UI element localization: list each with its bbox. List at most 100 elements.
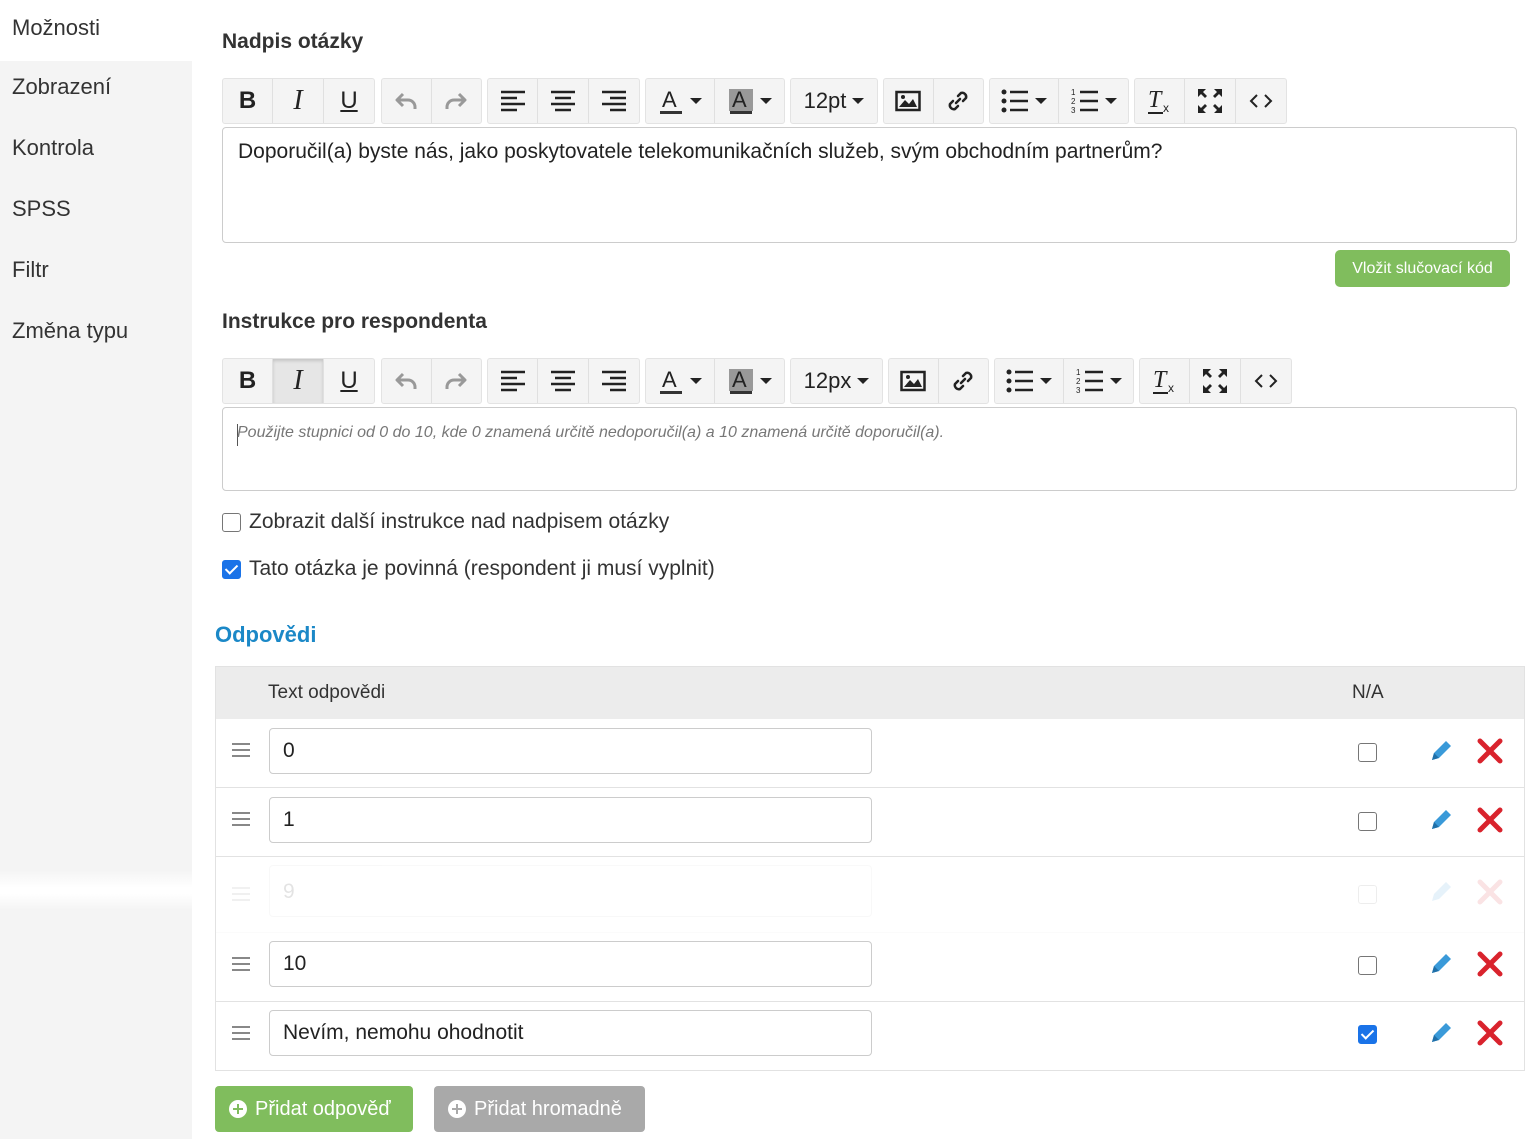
clear-format-icon: Tx: [1152, 367, 1174, 395]
numbered-list-button[interactable]: 123: [1064, 359, 1133, 403]
insert-merge-code-button[interactable]: Vložit slučovací kód: [1335, 250, 1510, 287]
insert-link-button[interactable]: [939, 359, 989, 403]
image-icon: [900, 370, 926, 392]
code-icon: [1249, 94, 1273, 108]
na-checkbox[interactable]: [1358, 956, 1377, 975]
list-group: 123: [994, 358, 1134, 404]
pencil-icon[interactable]: [1428, 879, 1454, 905]
insert-group: [883, 78, 984, 124]
required-question-checkbox[interactable]: [222, 559, 241, 579]
answer-input[interactable]: 0: [269, 728, 872, 774]
drag-handle-icon[interactable]: [232, 887, 250, 905]
sidebar-item-zobrazeni[interactable]: Zobrazení: [0, 59, 192, 120]
undo-button[interactable]: [382, 79, 432, 123]
bold-button[interactable]: B: [223, 79, 273, 123]
font-size-value: 12px: [803, 368, 852, 393]
question-editor[interactable]: Doporučil(a) byste nás, jako poskytovate…: [222, 127, 1517, 243]
align-right-icon: [601, 90, 626, 112]
drag-handle-icon[interactable]: [232, 812, 250, 830]
bullet-list-button[interactable]: [990, 79, 1059, 123]
show-instructions-above-checkbox[interactable]: [222, 512, 241, 532]
bullet-list-button[interactable]: [995, 359, 1064, 403]
align-left-button[interactable]: [488, 79, 539, 123]
table-row: 0: [216, 719, 1524, 788]
misc-group: Tx: [1139, 358, 1292, 404]
chevron-down-icon: [1040, 378, 1052, 384]
add-bulk-button[interactable]: Přidat hromadně: [434, 1086, 645, 1132]
bold-button[interactable]: B: [223, 359, 273, 403]
text-color-button[interactable]: A: [646, 79, 715, 123]
align-left-icon: [500, 370, 525, 392]
chevron-down-icon: [759, 98, 772, 104]
drag-handle-icon[interactable]: [232, 1026, 250, 1044]
align-center-button[interactable]: [538, 79, 589, 123]
pencil-icon[interactable]: [1428, 738, 1454, 764]
underline-button[interactable]: U: [324, 359, 374, 403]
svg-text:1: 1: [1071, 88, 1076, 97]
pencil-icon[interactable]: [1428, 951, 1454, 977]
required-question-option[interactable]: Tato otázka je povinná (respondent ji mu…: [222, 554, 715, 584]
code-icon: [1254, 374, 1278, 388]
align-right-icon: [601, 370, 626, 392]
answer-input[interactable]: 1: [269, 797, 872, 843]
insert-link-button[interactable]: [934, 79, 984, 123]
background-color-button[interactable]: A: [715, 359, 784, 403]
sidebar-item-label: SPSS: [12, 196, 71, 221]
redo-button[interactable]: [432, 359, 482, 403]
text-color-icon: A: [660, 367, 682, 394]
insert-image-button[interactable]: [889, 359, 939, 403]
source-code-button[interactable]: [1241, 359, 1291, 403]
sidebar-item-kontrola[interactable]: Kontrola: [0, 120, 192, 181]
fullscreen-button[interactable]: [1190, 359, 1241, 403]
font-size-select[interactable]: 12pt: [791, 79, 877, 123]
delete-icon[interactable]: [1476, 950, 1504, 978]
drag-handle-icon[interactable]: [232, 957, 250, 975]
font-size-group: 12pt: [790, 78, 878, 124]
font-size-select[interactable]: 12px: [791, 359, 882, 403]
text-color-button[interactable]: A: [646, 359, 715, 403]
sidebar-item-zmena-typu[interactable]: Změna typu: [0, 303, 192, 364]
fullscreen-button[interactable]: [1185, 79, 1236, 123]
answer-input[interactable]: Nevím, nemohu ohodnotit: [269, 1010, 872, 1056]
undo-icon: [395, 92, 417, 109]
sidebar-item-filtr[interactable]: Filtr: [0, 242, 192, 303]
na-checkbox[interactable]: [1358, 1025, 1377, 1044]
pencil-icon[interactable]: [1428, 807, 1454, 833]
align-left-button[interactable]: [488, 359, 539, 403]
na-checkbox[interactable]: [1358, 743, 1377, 762]
delete-icon[interactable]: [1476, 737, 1504, 765]
italic-button[interactable]: I: [273, 79, 324, 123]
answer-input[interactable]: 10: [269, 941, 872, 987]
pencil-icon[interactable]: [1428, 1020, 1454, 1046]
clear-format-button[interactable]: Tx: [1140, 359, 1190, 403]
undo-button[interactable]: [382, 359, 432, 403]
add-answer-button[interactable]: Přidat odpověď: [215, 1086, 413, 1132]
delete-icon[interactable]: [1476, 878, 1504, 906]
source-code-button[interactable]: [1236, 79, 1286, 123]
svg-text:T: T: [1153, 367, 1168, 393]
delete-icon[interactable]: [1476, 1019, 1504, 1047]
align-center-button[interactable]: [538, 359, 589, 403]
sidebar-item-moznosti[interactable]: Možnosti: [0, 0, 192, 61]
align-right-button[interactable]: [589, 79, 639, 123]
undo-icon: [395, 372, 417, 389]
insert-image-button[interactable]: [884, 79, 934, 123]
na-checkbox[interactable]: [1358, 885, 1377, 904]
sidebar: Možnosti Zobrazení Kontrola SPSS Filtr Z…: [0, 0, 192, 1139]
delete-icon[interactable]: [1476, 806, 1504, 834]
redo-button[interactable]: [432, 79, 482, 123]
show-instructions-above-option[interactable]: Zobrazit další instrukce nad nadpisem ot…: [222, 507, 669, 537]
drag-handle-icon[interactable]: [232, 743, 250, 761]
instructions-editor[interactable]: Použijte stupnici od 0 do 10, kde 0 znam…: [222, 407, 1517, 491]
clear-format-button[interactable]: Tx: [1135, 79, 1185, 123]
align-right-button[interactable]: [589, 359, 639, 403]
na-checkbox[interactable]: [1358, 812, 1377, 831]
sidebar-item-spss[interactable]: SPSS: [0, 181, 192, 242]
chevron-down-icon: [690, 98, 702, 104]
answer-input[interactable]: 9: [269, 865, 872, 917]
svg-text:1: 1: [1076, 368, 1081, 377]
background-color-button[interactable]: A: [715, 79, 784, 123]
italic-button[interactable]: I: [273, 359, 324, 403]
numbered-list-button[interactable]: 123: [1059, 79, 1128, 123]
underline-button[interactable]: U: [324, 79, 374, 123]
